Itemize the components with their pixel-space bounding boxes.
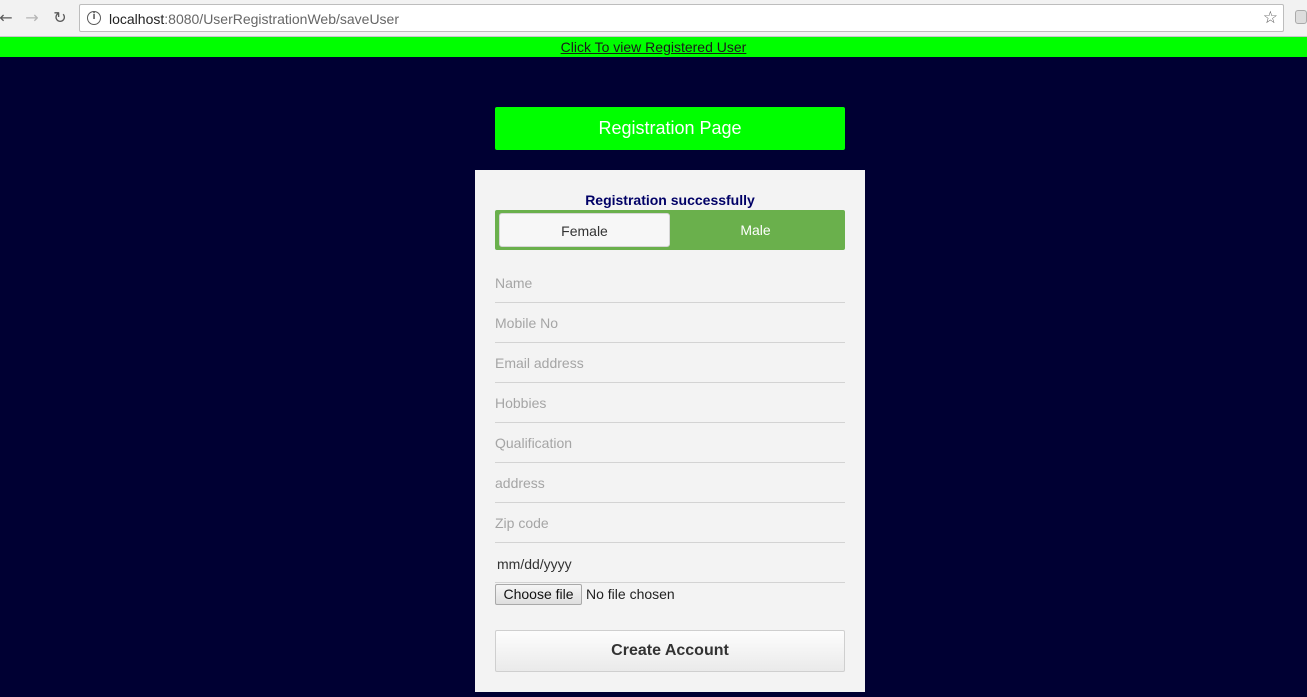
top-link-bar: Click To view Registered User [0,37,1307,57]
view-registered-users-link[interactable]: Click To view Registered User [561,39,747,55]
gender-toggle: Female Male [495,210,845,250]
info-icon[interactable]: i [87,11,101,25]
back-arrow-icon[interactable]: ← [0,8,16,28]
mobile-input[interactable] [495,303,845,343]
status-message: Registration successfully [585,192,755,208]
date-input-text: mm/dd/yyyy [497,556,572,572]
zip-code-input[interactable] [495,503,845,543]
bookmark-star-icon[interactable]: ☆ [1263,8,1278,28]
page-title: Registration Page [495,107,845,150]
gender-option-male[interactable]: Male [670,213,841,247]
create-account-button[interactable]: Create Account [495,630,845,672]
hobbies-input[interactable] [495,383,845,423]
address-input[interactable] [495,463,845,503]
forward-arrow-icon[interactable]: → [22,8,42,28]
url-text[interactable]: localhost:8080/UserRegistrationWeb/saveU… [109,11,399,27]
gender-option-female[interactable]: Female [499,213,670,247]
name-input[interactable] [495,263,845,303]
choose-file-button[interactable]: Choose file [495,584,582,605]
extension-icon[interactable] [1295,10,1307,24]
registration-form: Registration successfully Female Male mm… [475,170,865,692]
file-status: No file chosen [586,586,675,602]
qualification-input[interactable] [495,423,845,463]
email-input[interactable] [495,343,845,383]
url-path: :8080/UserRegistrationWeb/saveUser [164,11,400,27]
browser-toolbar: ← → ↻ i localhost:8080/UserRegistrationW… [0,0,1307,37]
reload-icon[interactable]: ↻ [50,8,70,28]
url-host: localhost [109,11,165,27]
address-bar[interactable]: i localhost:8080/UserRegistrationWeb/sav… [79,4,1284,32]
